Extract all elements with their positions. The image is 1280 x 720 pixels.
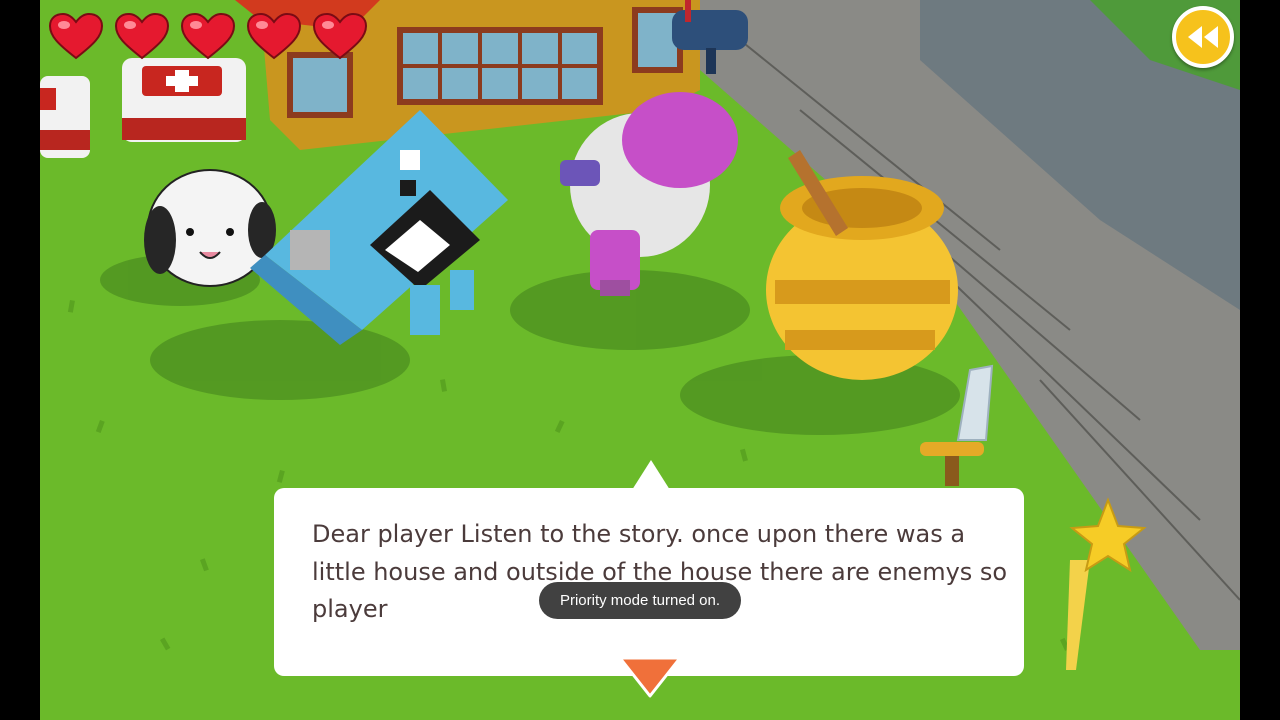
heart-icon [312, 12, 368, 60]
house-window-small [287, 52, 353, 118]
heart-icon [180, 12, 236, 60]
heart-icon [114, 12, 170, 60]
system-toast: Priority mode turned on. [539, 582, 741, 619]
heart-icon [246, 12, 302, 60]
speech-bubble-tail [632, 460, 670, 490]
first-aid-kit-partial[interactable] [40, 76, 90, 158]
first-aid-kit[interactable] [122, 58, 246, 142]
rewind-icon [1188, 26, 1218, 48]
down-arrow-icon [618, 656, 682, 698]
health-bar [48, 12, 368, 60]
heart-icon [48, 12, 104, 60]
continue-button[interactable] [616, 654, 684, 700]
rewind-button[interactable] [1172, 6, 1234, 68]
